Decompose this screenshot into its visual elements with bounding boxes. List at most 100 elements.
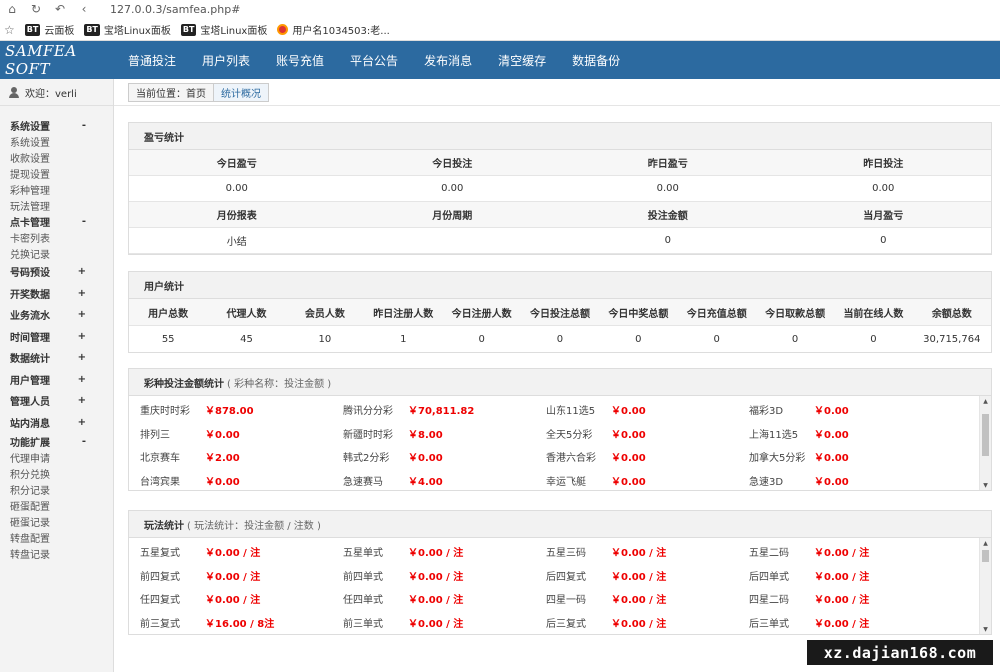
user-stat-value: 0 — [713, 333, 720, 345]
scroll-down-arrow[interactable]: ▼ — [980, 480, 991, 490]
home-icon[interactable]: ⌂ — [6, 2, 18, 16]
stat-amount: ￥0.00 / 注 — [814, 595, 870, 607]
sidebar-toggle-icon[interactable]: + — [78, 288, 86, 299]
sidebar-toggle-icon[interactable]: + — [78, 309, 86, 320]
stat-name: 五星复式 — [140, 548, 180, 560]
url-bar[interactable]: 127.0.0.3/samfea.php# — [110, 3, 240, 16]
scroll-down-arrow[interactable]: ▼ — [980, 624, 991, 634]
stat-name: 台湾宾果 — [140, 476, 180, 488]
play-stats-header: 玩法统计 ( 玩法统计：投注金额 / 注数 ) — [129, 511, 991, 538]
sidebar-group-header[interactable]: 系统设置 - — [10, 117, 113, 133]
scroll-thumb[interactable] — [982, 550, 989, 562]
bt-icon: BT — [180, 23, 197, 36]
sidebar-group-header[interactable]: 管理人员 + — [10, 390, 113, 412]
sidebar-item[interactable]: 转盘记录 — [10, 545, 113, 561]
sidebar-toggle-icon[interactable]: - — [82, 436, 86, 447]
sidebar-group-header[interactable]: 数据统计 + — [10, 347, 113, 369]
stat-name: 重庆时时彩 — [140, 406, 190, 418]
bt-icon: BT — [84, 23, 100, 36]
sidebar-toggle-icon[interactable]: - — [82, 216, 86, 227]
nav-menu-item[interactable]: 用户列表 — [189, 41, 263, 79]
nav-menu-item[interactable]: 平台公告 — [337, 41, 411, 79]
bookmark-item[interactable]: BT 宝塔Linux面板 — [84, 22, 171, 37]
sidebar-group-header[interactable]: 号码预设 + — [10, 261, 113, 283]
bookmark-item[interactable]: BT 云面板 — [24, 22, 74, 37]
stat-amount: ￥0.00 / 注 — [205, 571, 261, 583]
sidebar-group-title: 管理人员 — [10, 397, 50, 409]
scroll-thumb[interactable] — [982, 414, 989, 456]
sidebar-toggle-icon[interactable]: + — [78, 374, 86, 385]
play-stat-cell: 后三单式 ￥0.00 / 注 — [749, 611, 952, 635]
sidebar-item[interactable]: 卡密列表 — [10, 229, 113, 245]
profit-value: 0.00 — [560, 176, 776, 202]
sidebar-item[interactable]: 系统设置 — [10, 133, 113, 149]
sidebar-group-title: 站内消息 — [10, 418, 50, 430]
reload-icon[interactable]: ↻ — [30, 2, 42, 16]
sidebar-item[interactable]: 代理申请 — [10, 449, 113, 465]
sidebar-group-header[interactable]: 功能扩展 - — [10, 433, 113, 449]
sidebar-toggle-icon[interactable]: + — [78, 395, 86, 406]
stat-name: 排列三 — [140, 429, 170, 441]
stat-name: 新疆时时彩 — [343, 429, 393, 441]
profit-title: 盈亏统计 — [129, 123, 991, 150]
sidebar-item[interactable]: 转盘配置 — [10, 529, 113, 545]
sidebar-toggle-icon[interactable]: + — [78, 417, 86, 428]
stat-amount: ￥0.00 / 注 — [205, 595, 261, 607]
stat-amount: ￥70,811.82 — [408, 406, 475, 418]
sidebar-toggle-icon[interactable]: + — [78, 352, 86, 363]
breadcrumb-path: 当前位置：首页 — [136, 88, 206, 100]
nav-menu-item[interactable]: 普通投注 — [115, 41, 189, 79]
sidebar-item[interactable]: 彩种管理 — [10, 181, 113, 197]
sidebar-group-header[interactable]: 站内消息 + — [10, 412, 113, 434]
sidebar-group-header[interactable]: 时间管理 + — [10, 326, 113, 348]
nav-menu-item[interactable]: 数据备份 — [559, 41, 633, 79]
stat-name: 福彩3D — [749, 406, 784, 418]
sidebar-item[interactable]: 积分记录 — [10, 481, 113, 497]
sidebar-item[interactable]: 兑换记录 — [10, 245, 113, 261]
lottery-stat-cell: 急速3D ￥0.00 — [749, 469, 952, 491]
sidebar-item[interactable]: 砸蛋配置 — [10, 497, 113, 513]
sidebar-item[interactable]: 积分兑换 — [10, 465, 113, 481]
sidebar-group-header[interactable]: 点卡管理 - — [10, 213, 113, 229]
bookmark-item[interactable]: BT 宝塔Linux面板 — [180, 22, 267, 37]
scroll-up-arrow[interactable]: ▲ — [980, 396, 991, 406]
play-scrollbar[interactable]: ▲ ▼ — [979, 538, 991, 634]
sidebar-group: 功能扩展 - 代理申请 积分兑换 积分记录 砸蛋配置 砸蛋记录 转盘配置 转盘记录 — [0, 433, 113, 561]
stat-name: 后三单式 — [749, 618, 789, 630]
sidebar-item[interactable]: 玩法管理 — [10, 197, 113, 213]
sidebar-group: 时间管理 + — [0, 326, 113, 348]
bookmark-item[interactable]: 用户名1034503:老... — [277, 22, 390, 37]
star-icon[interactable]: ☆ — [4, 23, 15, 37]
lottery-scrollbar[interactable]: ▲ ▼ — [979, 396, 991, 490]
user-stat-value: 10 — [318, 333, 332, 345]
play-stats-title: 玩法统计 — [144, 520, 184, 532]
sidebar-group-header[interactable]: 用户管理 + — [10, 369, 113, 391]
lottery-stat-cell: 重庆时时彩 ￥878.00 — [140, 398, 343, 422]
profit-value: 0.00 — [775, 176, 991, 202]
stat-name: 前三复式 — [140, 618, 180, 630]
nav-menu-item[interactable]: 清空缓存 — [485, 41, 559, 79]
nav-menu-item[interactable]: 发布消息 — [411, 41, 485, 79]
stat-amount: ￥0.00 — [611, 406, 646, 418]
nav-menu-item[interactable]: 账号充值 — [263, 41, 337, 79]
sidebar-group-header[interactable]: 开奖数据 + — [10, 283, 113, 305]
sidebar-toggle-icon[interactable]: + — [78, 331, 86, 342]
sidebar: 欢迎：verli 系统设置 - 系统设置 收款设置 提现设置 彩种管理 玩法管理 点卡管理 - 卡… — [0, 79, 114, 672]
sidebar-toggle-icon[interactable]: - — [82, 120, 86, 131]
play-stat-cell: 前三复式 ￥16.00 / 8注 — [140, 611, 343, 635]
welcome-bar: 欢迎：verli — [0, 79, 113, 106]
sidebar-group-header[interactable]: 业务流水 + — [10, 304, 113, 326]
breadcrumb-current[interactable]: 统计概况 — [213, 83, 268, 101]
back-icon[interactable]: ‹ — [78, 2, 90, 16]
breadcrumb: 当前位置：首页 统计概况 — [128, 82, 269, 102]
sidebar-toggle-icon[interactable]: + — [78, 266, 86, 277]
undo-icon[interactable]: ↶ — [54, 2, 66, 16]
sidebar-item[interactable]: 砸蛋记录 — [10, 513, 113, 529]
play-stat-cell: 前四单式 ￥0.00 / 注 — [343, 564, 546, 588]
scroll-up-arrow[interactable]: ▲ — [980, 538, 991, 548]
lottery-stat-cell: 台湾宾果 ￥0.00 — [140, 469, 343, 491]
sidebar-item[interactable]: 收款设置 — [10, 149, 113, 165]
stat-name: 幸运飞艇 — [546, 476, 586, 488]
logo: SAMFEA SOFT — [5, 42, 77, 78]
sidebar-item[interactable]: 提现设置 — [10, 165, 113, 181]
